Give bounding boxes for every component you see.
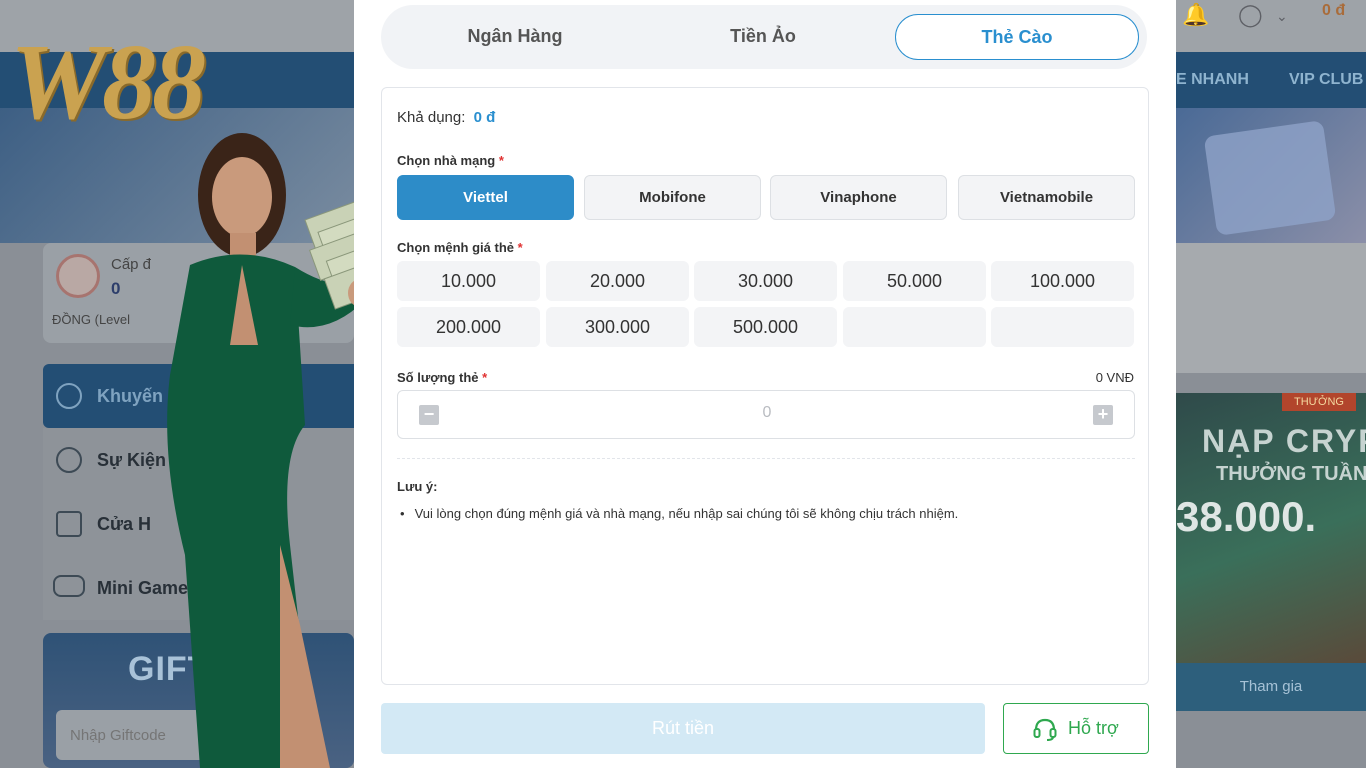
shopping-bag-icon [56,511,82,537]
scratch-card-form: Khả dụng: 0 đ Chọn nhà mạng * Viettel Mo… [381,87,1149,685]
quantity-stepper: − 0 + [397,390,1135,439]
required-mark: * [482,370,488,385]
denomination-option-empty [991,307,1134,347]
user-icon[interactable]: ◯ [1238,2,1263,28]
method-tabs: Ngân Hàng Tiền Ảo Thẻ Cào [381,5,1147,69]
denomination-option[interactable]: 20.000 [546,261,689,301]
tab-scratch-card[interactable]: Thẻ Cào [895,14,1139,60]
note-text: Vui lòng chọn đúng mệnh giá và nhà mạng,… [414,506,959,521]
note-title: Lưu ý: [397,479,438,494]
support-button[interactable]: Hỗ trợ [1003,703,1149,754]
denomination-option[interactable]: 10.000 [397,261,540,301]
denomination-option[interactable]: 300.000 [546,307,689,347]
carrier-vietnamobile-button[interactable]: Vietnamobile [958,175,1135,220]
promo-subtitle: THƯỞNG TUẦN [1216,463,1366,485]
level-name: ĐỒNG (Level [52,312,131,327]
headset-icon [1033,718,1057,741]
bell-icon[interactable]: 🔔 [1182,2,1209,28]
withdraw-button[interactable]: Rút tiền [381,703,985,754]
required-mark: * [517,240,523,255]
tab-crypto[interactable]: Tiền Ảo [641,14,885,60]
available-balance: Khả dụng: 0 đ [397,109,495,126]
promo-amount: 38.000. [1176,493,1317,540]
gamepad-icon [53,575,85,597]
promo-join-button[interactable]: Tham gia [1176,663,1366,711]
denomination-option[interactable]: 50.000 [843,261,986,301]
bullet-icon: • [400,506,405,521]
denomination-option-empty [843,307,986,347]
nav-item-vip-club[interactable]: VIP CLUB [1289,71,1363,89]
available-value: 0 đ [473,109,496,126]
gift-box-image [1203,120,1337,236]
tab-bank[interactable]: Ngân Hàng [393,14,637,60]
promo-banner[interactable]: THƯỞNG NẠP CRYP THƯỞNG TUẦN 38.000. [1176,393,1366,663]
carrier-section-label: Chọn nhà mạng * [397,153,504,168]
note-item: • Vui lòng chọn đúng mệnh giá và nhà mạng… [400,506,958,521]
divider [397,458,1135,459]
carrier-label: Chọn nhà mạng [397,153,496,168]
withdraw-modal: Ngân Hàng Tiền Ảo Thẻ Cào Khả dụng: 0 đ … [354,0,1176,768]
denomination-option[interactable]: 500.000 [694,307,837,347]
nav-item-fast[interactable]: E NHANH [1176,71,1249,89]
events-icon [56,447,82,473]
top-balance: 0 đ [1322,2,1346,19]
quantity-input[interactable]: 0 [458,404,1076,422]
promo-title: NẠP CRYP [1202,423,1366,459]
chevron-down-icon[interactable]: ⌄ [1276,8,1288,25]
increment-button[interactable]: + [1093,405,1113,425]
quantity-section-label: Số lượng thẻ * [397,370,487,385]
carrier-vinaphone-button[interactable]: Vinaphone [770,175,947,220]
denomination-section-label: Chọn mệnh giá thẻ * [397,240,523,255]
promo-badge: THƯỞNG [1282,393,1356,411]
percent-icon [56,383,82,409]
carrier-mobifone-button[interactable]: Mobifone [584,175,761,220]
available-label: Khả dụng: [397,109,466,126]
denomination-option[interactable]: 100.000 [991,261,1134,301]
decrement-button[interactable]: − [419,405,439,425]
logo-text: W88 [10,23,206,142]
denomination-option[interactable]: 30.000 [694,261,837,301]
right-panel [1176,243,1366,373]
quantity-label: Số lượng thẻ [397,370,479,385]
points-value: 0 [111,279,121,298]
required-mark: * [498,153,504,168]
level-badge-icon [56,254,100,298]
quantity-total: 0 VNĐ [1095,370,1134,385]
support-label: Hỗ trợ [1068,718,1119,738]
carrier-viettel-button[interactable]: Viettel [397,175,574,220]
denomination-option[interactable]: 200.000 [397,307,540,347]
denomination-label: Chọn mệnh giá thẻ [397,240,514,255]
